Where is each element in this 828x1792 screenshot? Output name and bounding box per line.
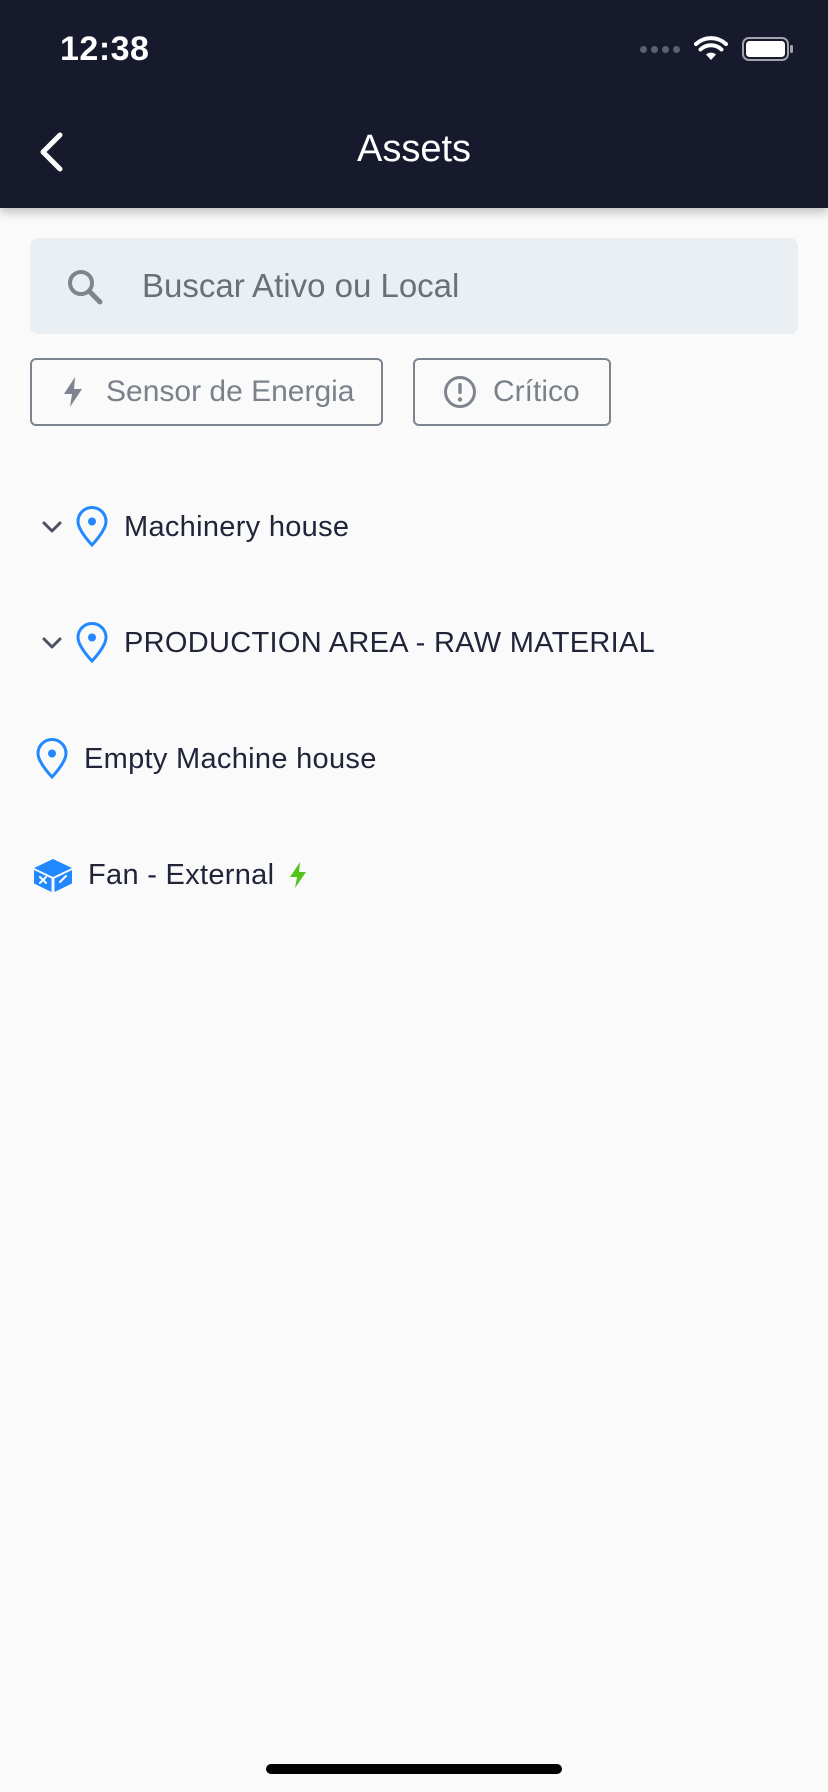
filter-energy-sensor-label: Sensor de Energia: [106, 375, 355, 408]
tree-item-label: Empty Machine house: [84, 742, 377, 775]
battery-icon: [742, 37, 793, 61]
asset-cube-icon: [32, 857, 74, 893]
location-pin-icon: [34, 738, 70, 780]
energy-sensor-bolt-icon: [288, 861, 308, 889]
status-time: 12:38: [60, 30, 150, 68]
tree-item-fan-external[interactable]: Fan - External: [32, 845, 308, 905]
tree-item-empty-machine-house[interactable]: Empty Machine house: [34, 729, 377, 789]
tree-item-label: Fan - External: [88, 858, 275, 891]
search-bar[interactable]: [30, 238, 798, 334]
tree-item-label: Machinery house: [124, 510, 350, 543]
chevron-down-icon[interactable]: [34, 520, 70, 534]
tree-item-production-area[interactable]: PRODUCTION AREA - RAW MATERIAL: [34, 613, 655, 673]
cellular-signal-icon: [640, 45, 680, 53]
bolt-icon: [62, 376, 84, 408]
wifi-icon: [694, 36, 728, 60]
status-icons: [640, 36, 794, 62]
tree-item-label: PRODUCTION AREA - RAW MATERIAL: [124, 626, 656, 659]
location-pin-icon: [74, 622, 110, 664]
alert-circle-icon: [443, 375, 477, 409]
home-indicator: [266, 1764, 562, 1774]
search-icon: [68, 270, 103, 305]
assets-screen: 12:38 Assets Buscar Ativo ou Local Senso…: [0, 0, 828, 1792]
page-title: Assets: [356, 128, 472, 170]
chevron-down-icon[interactable]: [34, 636, 70, 650]
filter-critical-label: Crítico: [493, 375, 580, 408]
location-pin-icon: [74, 506, 110, 548]
filter-energy-sensor-button[interactable]: Sensor de Energia: [30, 358, 383, 426]
filter-critical-button[interactable]: Crítico: [413, 358, 611, 426]
search-input[interactable]: [142, 238, 762, 334]
tree-item-machinery-house[interactable]: Machinery house: [34, 497, 349, 557]
app-header: 12:38 Assets: [0, 0, 828, 208]
